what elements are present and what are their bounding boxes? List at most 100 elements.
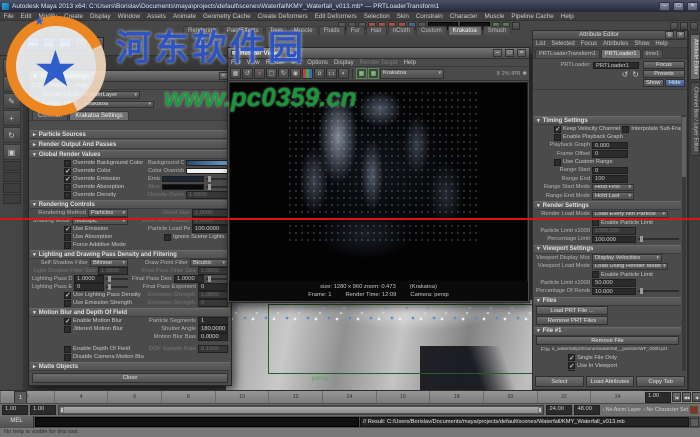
playback-graph-field[interactable]: 0.000: [592, 141, 628, 149]
menu-item[interactable]: Help: [652, 41, 670, 47]
hide-button[interactable]: Hide: [664, 79, 685, 87]
menu-item[interactable]: Show: [631, 41, 652, 47]
focus-button[interactable]: Focus: [643, 61, 685, 69]
shelf-tab[interactable]: Hair: [365, 26, 387, 35]
menu-item[interactable]: Edit: [29, 83, 45, 89]
timeline-tick[interactable]: 18: [429, 391, 483, 403]
range-start-mode-dropdown[interactable]: Hold First: [592, 183, 634, 191]
menu-item[interactable]: File: [0, 13, 17, 20]
shelf-icon[interactable]: [74, 37, 88, 51]
force-additive-checkbox[interactable]: [64, 241, 71, 249]
playback-start-field[interactable]: 1.00: [30, 405, 56, 415]
playback-end-field[interactable]: 24.00: [546, 405, 573, 415]
scrollbar-thumb[interactable]: [682, 117, 686, 177]
timeline-tick[interactable]: 6: [107, 391, 161, 403]
section-file-1[interactable]: File #1: [534, 326, 681, 336]
alpha-channel-icon[interactable]: α: [314, 68, 325, 79]
node-tab[interactable]: PRTLoaderTransform1: [535, 49, 600, 58]
range-start-field[interactable]: 0: [592, 166, 628, 174]
lighting-density-slider[interactable]: [106, 276, 128, 282]
shelf-prt-fractal-icon[interactable]: FRA: [58, 37, 72, 51]
viewport-enable-particle-limit-checkbox[interactable]: [592, 271, 599, 278]
node-tab[interactable]: PRTLoader1: [600, 49, 641, 58]
use-lighting-pass-density-checkbox[interactable]: [64, 291, 71, 299]
keep-image-icon[interactable]: ▦: [356, 68, 367, 79]
menu-item[interactable]: Render: [263, 60, 289, 66]
section-matte-objects[interactable]: Matte Objects: [30, 362, 230, 371]
animation-end-field[interactable]: 48.00: [574, 405, 601, 415]
section-motion-blur-dof[interactable]: Motion Blur and Depth Of Field: [30, 308, 230, 317]
frame-offset-field[interactable]: 0: [592, 150, 628, 158]
enable-playback-graph-checkbox[interactable]: [554, 133, 561, 141]
menu-item[interactable]: Character: [446, 13, 481, 20]
shelf-tab[interactable]: Rendering: [183, 26, 221, 35]
shelf-tab[interactable]: Muscle: [288, 26, 318, 35]
particle-segments-field[interactable]: 1: [198, 317, 228, 325]
shelf-tab[interactable]: Fur: [345, 26, 365, 35]
character-set-dropdown[interactable]: No Character Set: [643, 407, 688, 413]
render-view-titlebar[interactable]: Render View – □ ×: [228, 48, 529, 59]
menu-item[interactable]: Display: [86, 13, 114, 20]
menu-item[interactable]: Selected: [548, 41, 577, 47]
menu-item[interactable]: Edit Deformers: [311, 13, 360, 20]
shelf-tab[interactable]: nCloth: [387, 26, 416, 35]
final-density-field[interactable]: 1.0000: [174, 275, 204, 283]
attribute-editor-toggle-icon[interactable]: [670, 22, 678, 30]
timeline-tick[interactable]: 12: [268, 391, 322, 403]
shelf-icon[interactable]: [90, 37, 104, 51]
menu-item[interactable]: Render Target: [357, 60, 401, 66]
command-input[interactable]: [35, 417, 359, 427]
background-color-swatch[interactable]: [186, 159, 228, 167]
light-shadow-size-field[interactable]: 1.0000: [98, 267, 128, 275]
tool-settings-toggle-icon[interactable]: [680, 22, 688, 30]
motion-blur-bias-field[interactable]: 0.0000: [198, 333, 228, 341]
transport-button[interactable]: |◀: [672, 392, 681, 402]
layout-single-pane-button[interactable]: [2, 161, 21, 171]
presets-button[interactable]: Presets: [643, 70, 685, 78]
render-settings-icon[interactable]: [512, 22, 520, 30]
menu-item[interactable]: Assets: [144, 13, 170, 20]
disable-camera-motion-blur-checkbox[interactable]: [64, 353, 71, 361]
enable-dof-checkbox[interactable]: [64, 345, 71, 353]
voxel-size-field[interactable]: 1.0000: [192, 209, 228, 217]
viewport-particle-limit-field[interactable]: 50.000: [592, 279, 636, 287]
copy-tab-button[interactable]: Copy Tab: [636, 376, 686, 387]
menu-item[interactable]: Window: [114, 13, 143, 20]
menu-item[interactable]: Create Deformers: [254, 13, 311, 20]
channel-box-toggle-icon[interactable]: [690, 22, 698, 30]
node-name-field[interactable]: PRTLoader1: [593, 61, 639, 69]
render-settings-tab[interactable]: Common: [32, 111, 69, 120]
app-titlebar[interactable]: Autodesk Maya 2013 x64: C:\Users\Borisla…: [0, 0, 700, 12]
menu-item[interactable]: Presets: [45, 83, 71, 89]
section-files[interactable]: Files: [534, 296, 681, 306]
transport-button[interactable]: ◀◀: [682, 392, 691, 402]
anim-layer-dropdown[interactable]: No Anim Layer: [602, 407, 641, 413]
shelf-prt-volume-icon[interactable]: VOL: [42, 37, 56, 51]
pin-icon[interactable]: ⊙: [665, 31, 674, 39]
single-file-only-checkbox[interactable]: [568, 354, 575, 362]
interpolate-subframes-checkbox[interactable]: [622, 125, 630, 133]
back-arrow-icon[interactable]: ↺: [622, 70, 629, 79]
shelf-tab[interactable]: Custom: [416, 26, 447, 35]
emission-strength-field[interactable]: 1.0000: [198, 291, 228, 299]
absorption-override-swatch[interactable]: [162, 183, 204, 191]
renderer-dropdown[interactable]: Krakatoa: [380, 68, 444, 79]
use-in-viewport-checkbox[interactable]: [568, 362, 575, 370]
particle-load-field[interactable]: 100.0000: [192, 225, 228, 233]
render-layer-dropdown[interactable]: masterLayer: [82, 91, 140, 99]
use-emission-checkbox[interactable]: [64, 225, 71, 233]
timeline-tick[interactable]: 16: [375, 391, 430, 403]
emission-slider[interactable]: [206, 176, 228, 182]
color-override-swatch[interactable]: [186, 167, 228, 175]
close-icon[interactable]: ×: [687, 1, 698, 11]
refresh-icon[interactable]: ↻: [278, 68, 289, 79]
remove-prt-files-button[interactable]: Remove PRT Files: [536, 316, 608, 325]
menu-item[interactable]: Skin: [393, 13, 412, 20]
animation-start-field[interactable]: 1.00: [2, 405, 28, 415]
viewport-load-mode-dropdown[interactable]: Load Using Render Mode: [592, 262, 668, 270]
lasso-tool-icon[interactable]: ◌: [2, 76, 21, 92]
ignore-scene-lights-checkbox[interactable]: [164, 233, 171, 241]
section-rendering-controls[interactable]: Rendering Controls: [30, 200, 230, 209]
node-tab[interactable]: time1: [641, 49, 664, 58]
keep-velocity-checkbox[interactable]: [554, 125, 561, 133]
